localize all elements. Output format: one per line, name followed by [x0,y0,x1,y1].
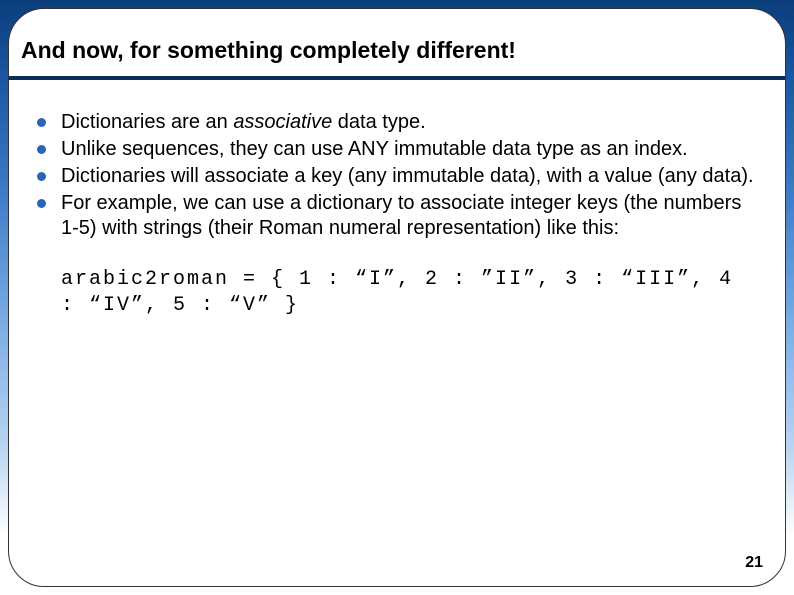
page-number: 21 [745,554,763,572]
bullet-text: Dictionaries will associate a key (any i… [61,165,754,187]
bullet-text: For example, we can use a dictionary to … [61,192,741,239]
bullet-text-italic: associative [233,111,332,133]
slide-card: And now, for something completely differ… [8,8,786,587]
title-area: And now, for something completely differ… [9,9,785,76]
bullet-text: Unlike sequences, they can use ANY immut… [61,138,688,160]
list-item: For example, we can use a dictionary to … [33,191,761,241]
bullet-text-suffix: data type. [332,111,425,133]
content-area: Dictionaries are an associative data typ… [9,80,785,319]
list-item: Dictionaries are an associative data typ… [33,110,761,135]
list-item: Unlike sequences, they can use ANY immut… [33,137,761,162]
code-block: arabic2roman = { 1 : “I”, 2 : ”II”, 3 : … [61,267,761,319]
slide-title: And now, for something completely differ… [21,37,775,64]
bullet-text-prefix: Dictionaries are an [61,111,233,133]
bullet-list: Dictionaries are an associative data typ… [33,110,761,241]
list-item: Dictionaries will associate a key (any i… [33,164,761,189]
